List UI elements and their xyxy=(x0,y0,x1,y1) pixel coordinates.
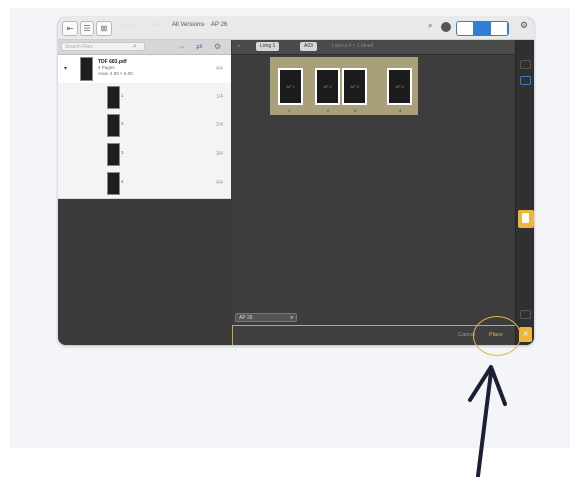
annotation-arrow xyxy=(468,365,507,477)
